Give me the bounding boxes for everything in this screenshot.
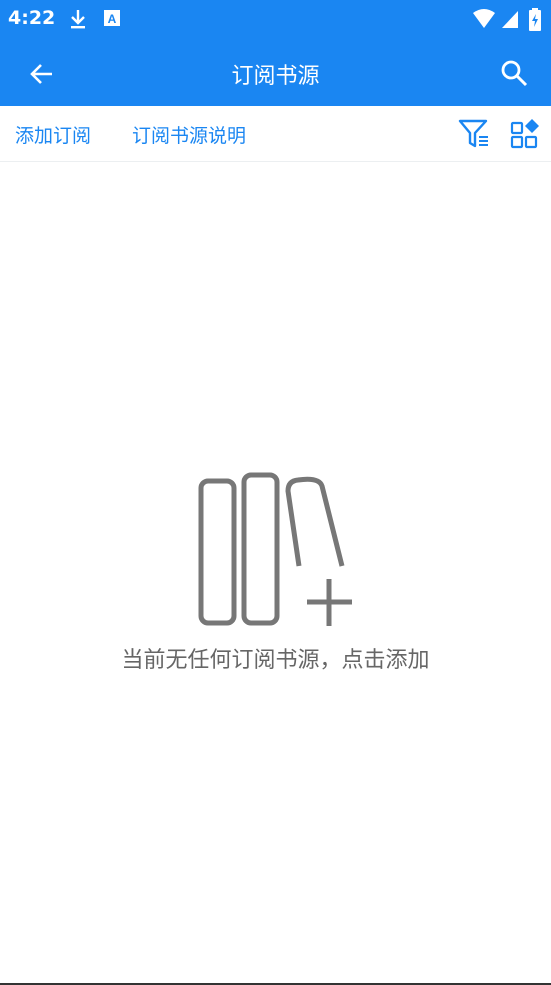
- font-a-icon: A: [103, 8, 121, 32]
- grid-layout-icon: [510, 119, 539, 149]
- app-bar: 订阅书源: [0, 38, 551, 106]
- svg-text:A: A: [108, 12, 117, 26]
- battery-charging-icon: [528, 8, 542, 36]
- signal-icon: [500, 8, 520, 34]
- wifi-icon: [472, 8, 496, 34]
- filter-icon: [458, 119, 488, 148]
- status-bar: 4:22 A: [0, 0, 551, 38]
- layout-button[interactable]: [509, 118, 541, 150]
- add-subscription-link[interactable]: 添加订阅: [15, 121, 91, 148]
- search-icon: [501, 60, 528, 87]
- search-button[interactable]: [498, 57, 530, 89]
- filter-button[interactable]: [458, 118, 490, 150]
- status-time: 4:22: [8, 7, 56, 29]
- download-icon: [68, 8, 88, 34]
- page-title: 订阅书源: [231, 64, 320, 89]
- empty-message: 当前无任何订阅书源，点击添加: [121, 648, 430, 673]
- source-help-link[interactable]: 订阅书源说明: [132, 121, 246, 148]
- books-add-icon: [198, 472, 352, 626]
- sub-toolbar: 添加订阅 订阅书源说明: [0, 106, 551, 162]
